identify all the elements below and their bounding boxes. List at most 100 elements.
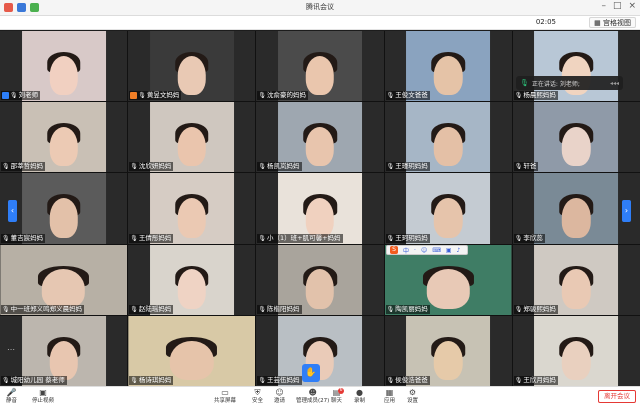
ime-toolbar[interactable]: S 中 · ☺ ⌨ ▣ ♪ <box>386 245 468 255</box>
video-tile[interactable]: 🎙 杨诗琪妈妈 <box>128 315 256 386</box>
participant-name: 王珂玥妈妈 <box>395 233 428 242</box>
microphone-icon: 🎙 <box>10 92 18 100</box>
window-controls: – □ × <box>601 1 636 11</box>
title-bar: 腾讯会议 – □ × <box>0 0 640 16</box>
microphone-icon: 🎙 <box>130 234 138 242</box>
video-tile[interactable]: 🎙 王珂玥妈妈 <box>384 173 512 244</box>
share-screen-icon: ▭ <box>221 388 229 397</box>
participant-name: 沈俞豪的妈妈 <box>267 91 307 100</box>
microphone-icon: 🎙 <box>514 163 523 171</box>
microphone-icon: 🎙 <box>514 376 523 384</box>
ime-tool-icon[interactable]: ♪ <box>457 247 461 254</box>
video-tile[interactable]: 🎙 王倩彤妈妈 <box>128 173 256 244</box>
video-tile[interactable]: 🎙 黄昱文妈妈 <box>128 31 256 102</box>
ime-tool-icon[interactable]: · <box>414 247 416 254</box>
participant-face <box>562 198 591 238</box>
stop-video-button[interactable]: ▣ 停止视频 <box>32 388 54 405</box>
ime-tool-icon[interactable]: ☺ <box>421 247 427 254</box>
participant-face <box>305 127 335 167</box>
participant-name-tag: 🎙 王欣月妈妈 <box>513 375 558 385</box>
participant-name-tag: 🎙 刘老师 <box>1 91 41 101</box>
video-tile[interactable]: 🎙 轩爸 <box>512 102 640 173</box>
participant-face <box>433 55 463 96</box>
security-button[interactable]: ⛨ 安全 <box>252 388 263 405</box>
video-tile[interactable]: 🎙 杨晨熙妈妈 <box>512 31 640 102</box>
participant-name-tag: 🎙 杨诗琪妈妈 <box>129 375 174 385</box>
participant-name-tag: 🎙 王芸伍妈妈 <box>257 375 302 385</box>
participant-face <box>562 127 591 167</box>
participant-name-tag: 🎙 陶凯丽妈妈 <box>385 304 430 314</box>
next-page-button[interactable]: › <box>622 200 631 222</box>
ime-tool-icon[interactable]: ⌨ <box>432 247 441 254</box>
microphone-icon: 🎙 <box>386 376 395 384</box>
participant-face <box>433 340 463 380</box>
video-tile[interactable]: 🎙 杨凯岚妈妈 <box>256 102 384 173</box>
video-tile[interactable]: 🎙 中一班郑义鸣郑义晨妈妈 <box>0 244 128 315</box>
video-tile[interactable]: 🎙 沈欣妍妈妈 <box>128 102 256 173</box>
participant-name: 王芸伍妈妈 <box>267 375 300 384</box>
video-tile[interactable]: 🎙 刘老师 <box>0 31 128 102</box>
share-screen-label: 共享屏幕 <box>214 398 237 404</box>
record-button[interactable]: ● 录制 <box>354 388 365 405</box>
video-tile[interactable]: 🎙 小（1）班+肌可馨+妈妈 <box>256 173 384 244</box>
ime-tool-icon[interactable]: ▣ <box>446 247 452 254</box>
maximize-icon[interactable]: □ <box>613 1 622 11</box>
manage-members-button[interactable]: ☻ 管理成员(27) <box>296 388 329 405</box>
participant-name-tag: 🎙 郑骏熙妈妈 <box>513 304 558 314</box>
ime-tool-icon[interactable]: 中 <box>403 246 409 255</box>
host-badge-icon <box>2 92 9 100</box>
video-tile[interactable]: 🎙 陈楷阳妈妈 <box>256 244 384 315</box>
mute-button[interactable]: 🎤 静音 <box>6 388 17 405</box>
settings-button[interactable]: ⚙ 设置 <box>407 388 418 405</box>
close-icon[interactable]: × <box>628 1 636 11</box>
participant-name: 邵莘哲妈妈 <box>10 162 44 171</box>
video-tile[interactable]: 🎙 沈俞豪的妈妈 <box>256 31 384 102</box>
video-tile[interactable]: 🎙 陶凯丽妈妈 <box>384 244 512 315</box>
video-tile[interactable]: 🎙 邵莘哲妈妈 <box>0 102 128 173</box>
participant-name: 陶凯丽妈妈 <box>395 304 428 313</box>
microphone-icon: 🎤 <box>6 388 17 397</box>
chat-button[interactable]: ▤ 聊天 6 <box>331 388 345 405</box>
sogou-logo-icon[interactable]: S <box>390 246 398 254</box>
window-title: 腾讯会议 <box>306 3 334 11</box>
apps-button[interactable]: ▦ 应用 <box>384 388 395 405</box>
share-screen-button[interactable]: ▭ 共享屏幕 <box>214 388 236 405</box>
more-options-icon[interactable]: ⋯ <box>7 345 15 354</box>
microphone-icon: 🎙 <box>130 163 138 171</box>
participant-name: 王瑾玥妈妈 <box>395 162 428 171</box>
participant-face <box>177 55 207 96</box>
leave-meeting-button[interactable]: 离开会议 <box>598 390 636 403</box>
participant-name-tag: 🎙 沈俞豪的妈妈 <box>257 91 309 101</box>
participant-name: 杨凯岚妈妈 <box>267 162 300 171</box>
participant-video <box>534 102 619 173</box>
participant-face <box>49 127 78 167</box>
video-tile[interactable]: 🎙 赵陆瑶妈妈 <box>128 244 256 315</box>
view-mode-button[interactable]: ▦ 宫格视图 <box>589 17 636 28</box>
gear-icon: ⚙ <box>408 388 417 397</box>
participant-face <box>305 55 335 96</box>
participant-name: 侯俊浩爸爸 <box>395 375 428 384</box>
participant-video <box>534 173 619 244</box>
minimize-icon[interactable]: – <box>601 1 606 11</box>
microphone-icon: 🎙 <box>520 79 529 87</box>
participant-face <box>433 127 463 167</box>
invite-label: 邀请 <box>274 398 286 404</box>
video-tile[interactable]: 🎙 城阳幼儿园 蔡老师 <box>0 315 128 386</box>
cohost-badge-icon <box>130 92 138 100</box>
microphone-icon: 🎙 <box>258 163 267 171</box>
microphone-icon: 🎙 <box>258 234 267 242</box>
video-tile[interactable]: 🎙 董吉宸妈妈 <box>0 173 128 244</box>
video-tile[interactable]: 🎙 王俊文爸爸 <box>384 31 512 102</box>
video-tile[interactable]: 🎙 王瑾玥妈妈 <box>384 102 512 173</box>
participant-name-tag: 🎙 沈欣妍妈妈 <box>129 162 174 172</box>
microphone-icon: 🎙 <box>514 305 523 313</box>
video-tile[interactable]: 🎙 侯俊浩爸爸 <box>384 315 512 386</box>
video-tile[interactable]: 🎙 王欣月妈妈 <box>512 315 640 386</box>
video-tile[interactable]: 🎙 李欣蕊 <box>512 173 640 244</box>
participant-name-tag: 🎙 中一班郑义鸣郑义晨妈妈 <box>1 304 85 314</box>
prev-page-button[interactable]: ‹ <box>8 200 17 222</box>
video-tile[interactable]: 🎙 郑骏熙妈妈 <box>512 244 640 315</box>
invite-button[interactable]: ☺ 邀请 <box>274 388 285 405</box>
raise-hand-icon[interactable]: ✋ <box>302 364 320 382</box>
participant-name: 杨晨熙妈妈 <box>523 91 556 100</box>
